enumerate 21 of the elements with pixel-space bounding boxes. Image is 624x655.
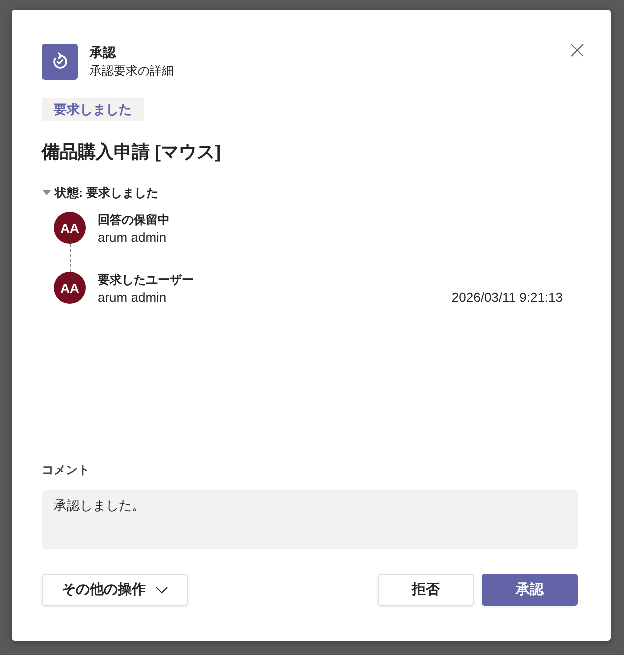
- approval-app-icon: [42, 44, 78, 80]
- entry-status: 回答の保留中: [98, 212, 170, 229]
- request-title: 備品購入申請 [マウス]: [42, 141, 221, 164]
- close-icon: [571, 44, 584, 57]
- close-button[interactable]: [571, 44, 584, 57]
- user-name: arum admin: [98, 229, 167, 247]
- user-name: arum admin: [98, 289, 167, 307]
- more-actions-button[interactable]: その他の操作: [42, 574, 188, 606]
- status-toggle[interactable]: 状態: 要求しました: [42, 185, 158, 201]
- app-subtitle: 承認要求の詳細: [90, 63, 174, 80]
- avatar: AA: [54, 212, 86, 244]
- approve-button[interactable]: 承認: [482, 574, 578, 606]
- app-title: 承認: [90, 44, 116, 62]
- timestamp: 2026/03/11 9:21:13: [452, 289, 563, 307]
- reject-button[interactable]: 拒否: [378, 574, 474, 606]
- chevron-down-icon: [156, 586, 168, 594]
- status-badge: 要求しました: [42, 98, 144, 121]
- avatar: AA: [54, 272, 86, 304]
- comment-label: コメント: [42, 462, 90, 478]
- comment-field[interactable]: 承認しました。: [42, 490, 578, 549]
- entry-status: 要求したユーザー: [98, 272, 194, 289]
